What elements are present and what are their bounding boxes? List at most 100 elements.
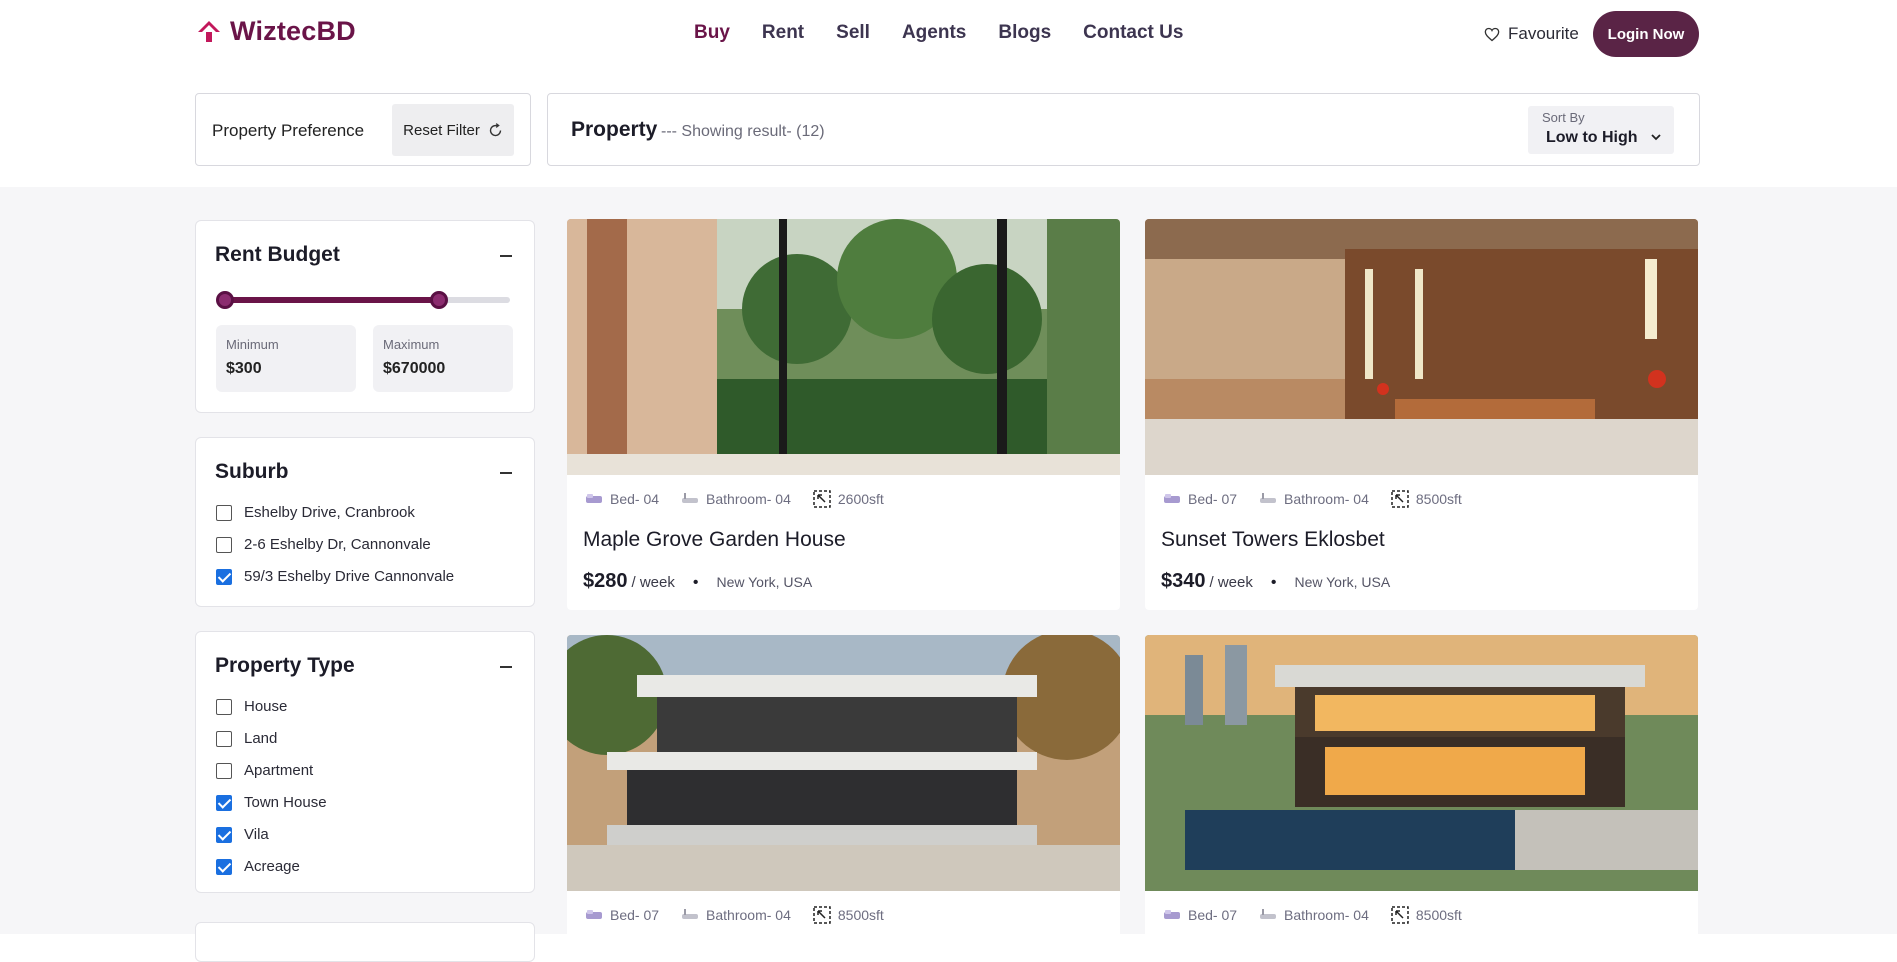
bath-count: Bathroom- 04 [1284,907,1369,923]
bed-count: Bed- 07 [610,907,660,923]
collapse-icon[interactable] [500,666,512,668]
suburb-option[interactable]: 59/3 Eshelby Drive Cannonvale [216,568,454,585]
checkbox[interactable] [216,762,232,779]
separator-dot: • [692,574,699,591]
type-option[interactable]: Land [216,730,277,747]
nav-sell[interactable]: Sell [836,22,870,44]
results-count: --- Showing result- (12) [661,123,825,140]
property-card[interactable]: Bed- 07 Bathroom- 04 8500sft [567,635,1120,945]
reset-filter-button[interactable]: Reset Filter [392,104,514,156]
collapse-icon[interactable] [500,472,512,474]
house-logo-icon [198,20,220,42]
area-size: 8500sft [1415,907,1462,923]
brand-name: WiztecBD [230,16,356,46]
property-price: $280 [583,570,628,592]
type-option-label: Acreage [244,858,300,875]
price-row: $340 / week • New York, USA [1161,570,1390,593]
checkbox-checked[interactable] [216,568,232,585]
nav-agents[interactable]: Agents [902,22,966,44]
bed-info: Bed- 07 [1163,907,1237,923]
suburb-option[interactable]: 2-6 Eshelby Dr, Cannonvale [216,536,431,553]
suburb-option[interactable]: Eshelby Drive, Cranbrook [216,504,415,521]
sort-value: Low to High [1546,129,1638,146]
rent-budget-panel: Rent Budget Minimum $300 Maximum $670000 [195,220,535,413]
property-photo[interactable] [567,219,1120,475]
property-meta: Bed- 07 Bathroom- 04 8500sft [1163,906,1462,924]
type-option-label: House [244,698,288,715]
bath-info: Bathroom- 04 [1259,491,1369,507]
budget-min-handle[interactable] [216,291,234,309]
type-option[interactable]: Acreage [216,858,300,875]
favourite-label: Favourite [1508,24,1579,43]
heart-icon [1484,27,1500,41]
checkbox[interactable] [216,504,232,521]
collapse-icon[interactable] [500,255,512,257]
checkbox[interactable] [216,730,232,747]
nav-blogs[interactable]: Blogs [998,22,1051,44]
area-resize-icon [1391,906,1409,924]
bath-count: Bathroom- 04 [706,907,791,923]
nav-buy[interactable]: Buy [694,22,730,44]
property-card[interactable]: Bed- 07 Bathroom- 04 8500sft [1145,635,1698,945]
chevron-down-icon [1651,134,1661,141]
bed-icon [1164,910,1180,919]
suburb-panel: Suburb Eshelby Drive, Cranbrook 2-6 Eshe… [195,437,535,607]
area-size: 8500sft [1415,491,1462,507]
bath-count: Bathroom- 04 [1284,491,1369,507]
bed-icon [586,910,602,919]
bathtub-icon [1260,493,1277,503]
type-option[interactable]: Town House [216,794,327,811]
property-price: $340 [1161,570,1206,592]
bathtub-icon [682,493,699,503]
budget-max-handle[interactable] [430,291,448,309]
property-name[interactable]: Maple Grove Garden House [583,528,846,552]
area-size: 2600sft [837,491,884,507]
suburb-option-label: 59/3 Eshelby Drive Cannonvale [244,568,455,585]
nav-contact[interactable]: Contact Us [1083,22,1183,44]
area-resize-icon [813,906,831,924]
reset-filter-label: Reset Filter [403,121,480,139]
results-header: Property --- Showing result- (12) Sort B… [547,93,1700,166]
checkbox-checked[interactable] [216,826,232,843]
area-info: 2600sft [813,490,884,508]
property-photo[interactable] [1145,219,1698,475]
checkbox-checked[interactable] [216,794,232,811]
nav-rent[interactable]: Rent [762,22,804,44]
minimum-field[interactable]: Minimum $300 [216,325,356,392]
property-meta: Bed- 04 Bathroom- 04 2600sft [585,490,884,508]
property-photo[interactable] [1145,635,1698,891]
property-preference-box: Property Preference Reset Filter [195,93,531,166]
type-option[interactable]: Vila [216,826,269,843]
maximum-field[interactable]: Maximum $670000 [373,325,513,392]
area-resize-icon [1391,490,1409,508]
price-period: / week [1209,574,1253,591]
property-photo[interactable] [567,635,1120,891]
next-filter-panel [195,922,535,962]
area-resize-icon [813,490,831,508]
rent-budget-title: Rent Budget [215,243,340,266]
property-location: New York, USA [716,574,813,590]
sort-dropdown[interactable]: Sort By Low to High [1528,106,1674,154]
checkbox-checked[interactable] [216,858,232,875]
minimum-value: $300 [226,360,262,377]
checkbox[interactable] [216,536,232,553]
property-card[interactable]: Bed- 07 Bathroom- 04 8500sft Sunset Towe… [1145,219,1698,610]
area-info: 8500sft [1391,490,1462,508]
type-option[interactable]: Apartment [216,762,313,779]
bed-count: Bed- 07 [1188,907,1238,923]
favourite-link[interactable]: Favourite [1484,24,1579,44]
property-name[interactable]: Sunset Towers Eklosbet [1161,528,1385,552]
refresh-icon [489,122,502,136]
budget-slider-fill [226,297,440,303]
login-button[interactable]: Login Now [1593,11,1699,57]
type-option-label: Land [244,730,278,747]
bathtub-icon [1260,909,1277,919]
checkbox[interactable] [216,698,232,715]
bed-info: Bed- 07 [585,907,659,923]
main-nav: Buy Rent Sell Agents Blogs Contact Us [694,22,1183,44]
brand-logo[interactable]: WiztecBD [196,16,356,47]
bed-count: Bed- 07 [1188,491,1238,507]
type-option[interactable]: House [216,698,287,715]
property-card[interactable]: Bed- 04 Bathroom- 04 2600sft Maple Grove… [567,219,1120,610]
maximum-value: $670000 [383,360,446,377]
